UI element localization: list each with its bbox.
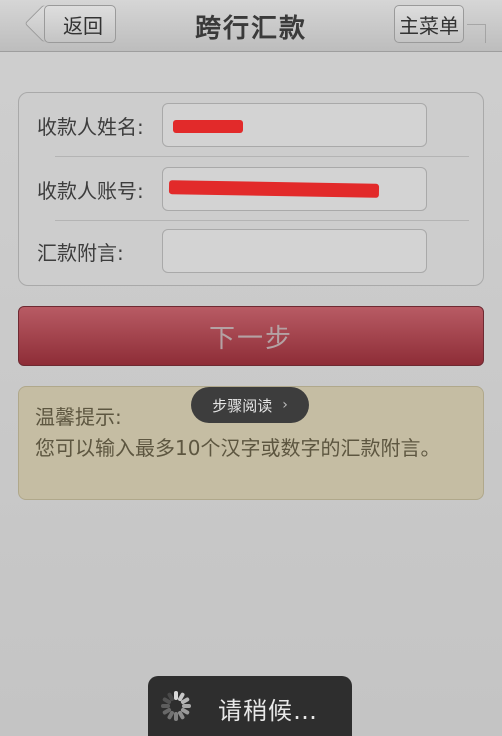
payee-name-row: 收款人姓名: xyxy=(19,95,483,157)
step-reading-button[interactable]: 步骤阅读 › xyxy=(191,387,309,423)
payee-name-field[interactable] xyxy=(162,103,427,147)
chevron-right-icon: › xyxy=(282,397,288,413)
main-menu-button[interactable]: 主菜单 xyxy=(394,5,464,43)
app-screen: 返回 跨行汇款 主菜单 收款人姓名: 收款人账号: 汇款附言: 下一步 温馨提示… xyxy=(0,0,502,736)
payee-account-label: 收款人账号: xyxy=(37,179,144,203)
transfer-form: 收款人姓名: 收款人账号: 汇款附言: xyxy=(18,92,484,286)
remark-row: 汇款附言: xyxy=(19,221,483,283)
loading-text: 请稍候… xyxy=(218,697,318,725)
next-step-button[interactable]: 下一步 xyxy=(18,306,484,366)
row-divider xyxy=(55,156,469,157)
redaction-mark xyxy=(173,120,243,133)
tip-title: 温馨提示: xyxy=(35,405,122,429)
loading-spinner-icon xyxy=(160,690,192,722)
payee-account-field[interactable] xyxy=(162,167,427,211)
loading-toast: 请稍候… xyxy=(148,676,352,736)
payee-account-row: 收款人账号: xyxy=(19,159,483,221)
payee-name-label: 收款人姓名: xyxy=(37,115,144,139)
redaction-mark xyxy=(168,180,380,198)
corner-decoration xyxy=(467,24,486,43)
navigation-bar: 返回 跨行汇款 主菜单 xyxy=(0,0,502,52)
tip-body: 您可以输入最多10个汉字或数字的汇款附言。 xyxy=(35,436,441,460)
step-reading-label: 步骤阅读 xyxy=(212,396,273,415)
remark-label: 汇款附言: xyxy=(37,241,124,265)
remark-field[interactable] xyxy=(162,229,427,273)
